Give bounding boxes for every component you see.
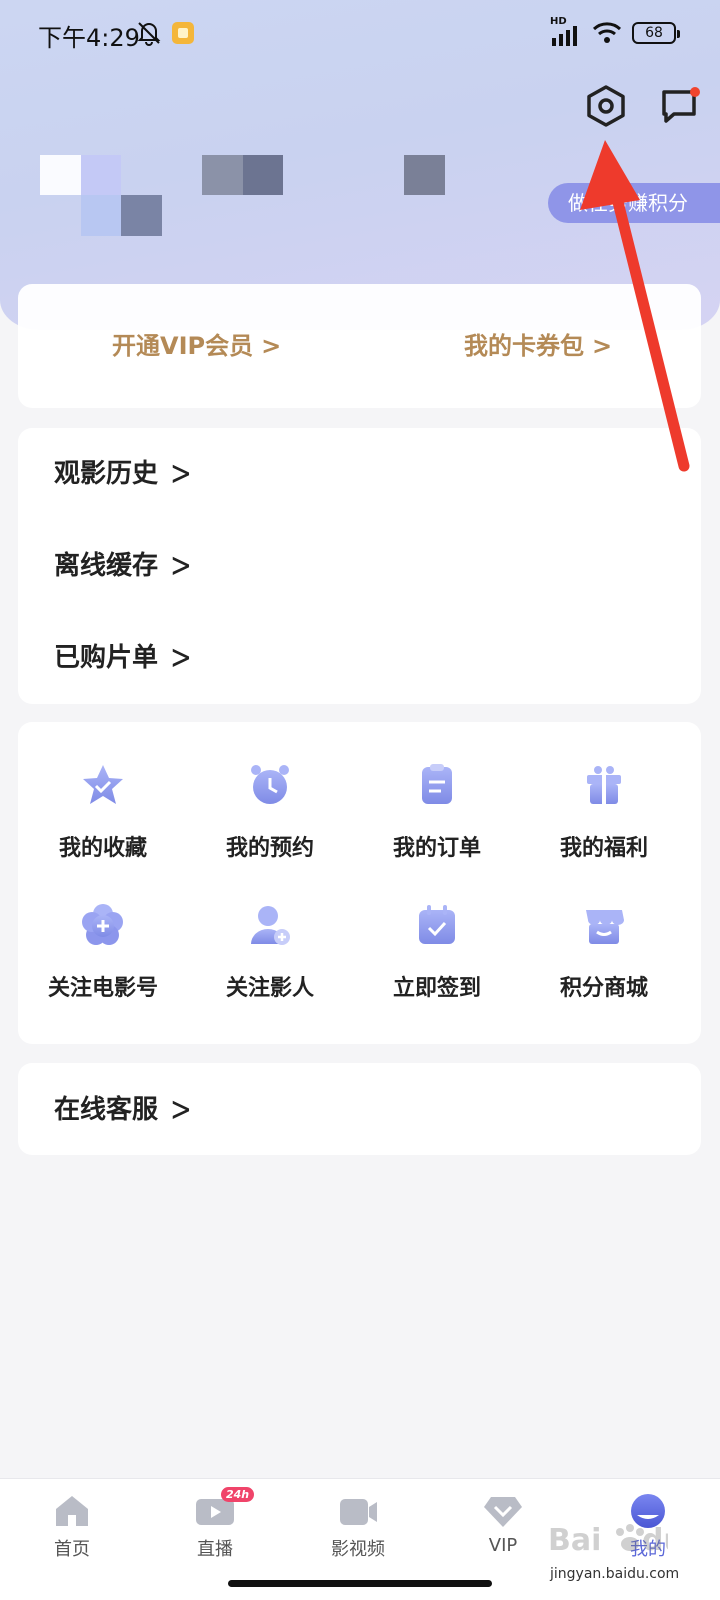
chevron-right-icon: > xyxy=(170,1090,192,1130)
grid-item-label: 我的订单 xyxy=(392,836,481,861)
grid-item-label: 关注影人 xyxy=(225,976,314,1001)
grid-item-reservations[interactable]: 我的预约 xyxy=(185,762,355,862)
hexagon-gear-icon[interactable] xyxy=(584,84,628,128)
baidu-paw-icon: Bai du xyxy=(548,1523,685,1558)
tab-label: 影视频 xyxy=(331,1539,385,1560)
diamond-icon xyxy=(484,1497,522,1527)
grid-item-label: 立即签到 xyxy=(392,976,481,1001)
tab-video[interactable]: 影视频 xyxy=(298,1493,418,1561)
chevron-right-icon: > xyxy=(170,454,192,494)
grid-item-check-in[interactable]: 立即签到 xyxy=(352,902,522,1002)
grid-item-label: 我的福利 xyxy=(559,836,648,861)
alarm-clock-icon xyxy=(251,765,289,804)
coupon-wallet-label: 我的卡券包 xyxy=(464,332,584,360)
watermark-url: jingyan.baidu.com xyxy=(550,1566,680,1582)
svg-text:du: du xyxy=(642,1523,668,1558)
earn-points-button[interactable]: 做任务赚积分 xyxy=(548,183,720,223)
grid-item-follow-channels[interactable]: 关注电影号 xyxy=(18,902,188,1002)
grid-item-favorites[interactable]: 我的收藏 xyxy=(18,762,188,862)
tab-label: 直播 xyxy=(197,1539,233,1560)
features-grid-card: 我的收藏 我的预约 我的订单 我的福利 关注电影号 关注影人 立即签到 积分商城 xyxy=(18,722,701,1044)
online-service-link[interactable]: 在线客服 > xyxy=(54,1089,192,1130)
chevron-right-icon: > xyxy=(592,332,613,360)
bell-muted-icon xyxy=(137,22,161,46)
chat-bubble-icon[interactable] xyxy=(658,84,702,128)
status-time: 下午4:29 xyxy=(38,24,140,52)
svg-text:Bai: Bai xyxy=(548,1523,601,1558)
clipboard-icon xyxy=(422,764,452,804)
open-vip-link[interactable]: 开通VIP会员 > xyxy=(112,326,281,361)
grid-item-points-mall[interactable]: 积分商城 xyxy=(519,902,689,1002)
baidu-watermark-logo: Bai du xyxy=(548,1516,685,1570)
online-service-label: 在线客服 xyxy=(54,1095,159,1125)
star-icon xyxy=(83,765,123,804)
store-icon xyxy=(586,910,624,944)
chevron-right-icon: > xyxy=(170,546,192,586)
tab-live[interactable]: 24h 直播 xyxy=(155,1487,275,1561)
notification-app-icon xyxy=(172,22,194,44)
history-list-card: 观影历史 > 离线缓存 > 已购片单 > xyxy=(18,428,701,704)
wifi-icon xyxy=(592,22,622,43)
open-vip-label: 开通VIP会员 xyxy=(112,332,254,360)
home-indicator xyxy=(228,1580,492,1587)
gift-icon xyxy=(587,766,621,804)
tab-home[interactable]: 首页 xyxy=(12,1493,132,1561)
battery-indicator: 68 xyxy=(632,22,680,44)
grid-item-label: 我的收藏 xyxy=(58,836,147,861)
signal-icon xyxy=(552,26,577,46)
chevron-right-icon: > xyxy=(170,638,192,678)
chevron-right-icon: > xyxy=(261,332,282,360)
live-badge: 24h xyxy=(221,1487,255,1502)
list-item-purchased[interactable]: 已购片单 > xyxy=(54,638,192,678)
person-add-icon xyxy=(251,906,290,945)
list-item-watch-history[interactable]: 观影历史 > xyxy=(54,454,192,494)
coupon-wallet-link[interactable]: 我的卡券包 > xyxy=(464,326,612,361)
calendar-check-icon xyxy=(419,905,455,944)
video-camera-icon xyxy=(340,1499,377,1525)
grid-item-label: 我的预约 xyxy=(225,836,314,861)
home-icon xyxy=(56,1496,88,1526)
customer-service-card: 在线客服 > xyxy=(18,1063,701,1155)
flower-plus-icon xyxy=(82,904,123,945)
tab-label: VIP xyxy=(488,1535,518,1556)
list-item-label: 离线缓存 xyxy=(54,551,159,581)
grid-item-follow-people[interactable]: 关注影人 xyxy=(185,902,355,1002)
grid-item-label: 积分商城 xyxy=(559,976,648,1001)
tab-vip[interactable]: VIP xyxy=(443,1493,563,1556)
list-item-label: 已购片单 xyxy=(54,643,159,673)
vip-card: 开通VIP会员 > 我的卡券包 > xyxy=(18,284,701,408)
tab-label: 首页 xyxy=(54,1539,90,1560)
grid-item-orders[interactable]: 我的订单 xyxy=(352,762,522,862)
grid-item-label: 关注电影号 xyxy=(47,976,158,1001)
grid-item-benefits[interactable]: 我的福利 xyxy=(519,762,689,862)
list-item-label: 观影历史 xyxy=(54,459,159,489)
status-bar: 下午4:29 HD 68 xyxy=(0,0,720,66)
list-item-offline-cache[interactable]: 离线缓存 > xyxy=(54,546,192,586)
